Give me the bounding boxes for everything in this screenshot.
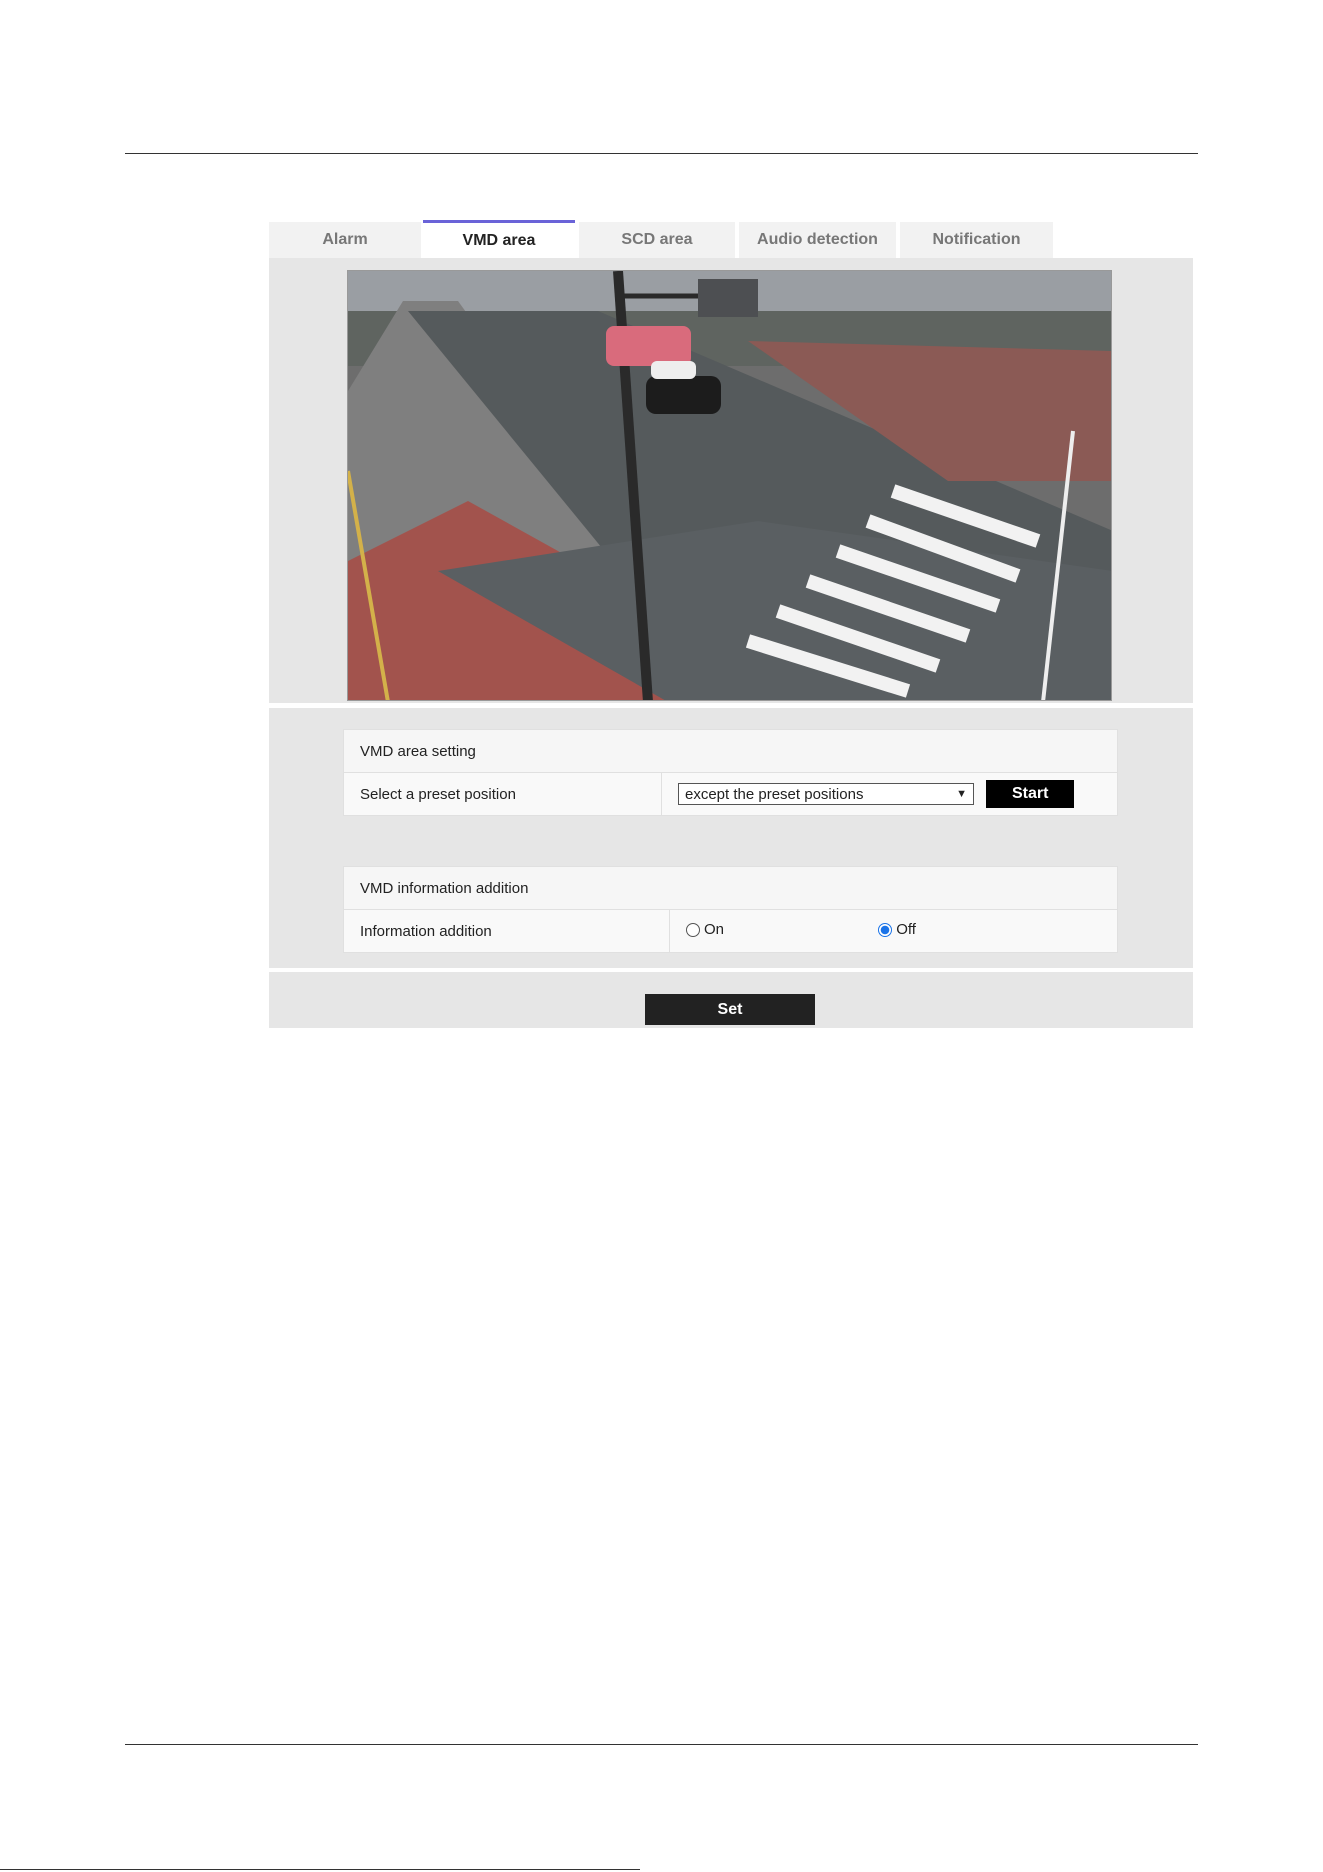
- vmd-information-addition-table: VMD information addition Information add…: [343, 866, 1118, 953]
- preset-position-label: Select a preset position: [343, 772, 662, 816]
- footnote-rule: [0, 1869, 640, 1870]
- radio-off-icon[interactable]: [878, 922, 893, 937]
- vmd-area-setting-table: VMD area setting Select a preset positio…: [343, 729, 1118, 816]
- camera-view[interactable]: [347, 270, 1112, 701]
- tab-scd-area[interactable]: SCD area: [579, 222, 735, 258]
- vmd-information-addition-title: VMD information addition: [343, 866, 1118, 910]
- radio-on[interactable]: On: [686, 921, 724, 938]
- vmd-area-setting-title: VMD area setting: [343, 729, 1118, 773]
- tab-vmd-area[interactable]: VMD area: [423, 220, 575, 258]
- chevron-down-icon: ▼: [956, 788, 967, 800]
- information-addition-label: Information addition: [343, 909, 670, 953]
- header-rule: [125, 153, 1198, 154]
- preset-position-value: except the preset positions: [685, 785, 864, 803]
- radio-on-icon[interactable]: [686, 922, 700, 937]
- radio-off[interactable]: Off: [878, 921, 916, 938]
- tab-notification[interactable]: Notification: [900, 222, 1053, 258]
- start-button[interactable]: Start: [986, 780, 1075, 808]
- set-button[interactable]: Set: [645, 994, 815, 1025]
- tab-audio-detection[interactable]: Audio detection: [739, 222, 896, 258]
- radio-off-label: Off: [896, 921, 916, 939]
- camera-image: [348, 271, 1111, 700]
- preset-position-select[interactable]: except the preset positions ▼: [678, 783, 974, 805]
- tab-alarm[interactable]: Alarm: [269, 222, 421, 258]
- footer-rule: [125, 1744, 1198, 1745]
- radio-on-label: On: [704, 921, 725, 939]
